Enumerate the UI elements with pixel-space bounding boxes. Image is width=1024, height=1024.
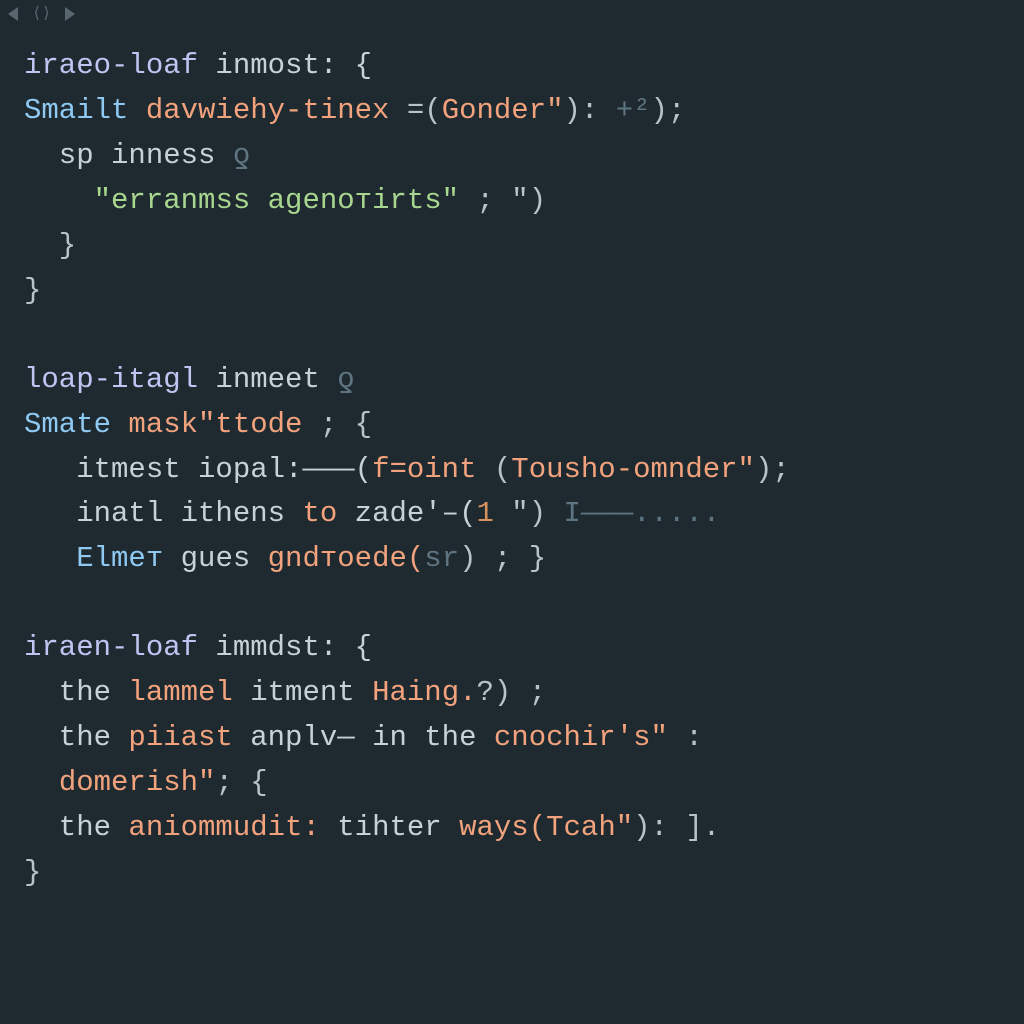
nav-back-icon[interactable] [8,7,18,21]
code-line: Smate mаsk"ttode ; { [24,403,1000,448]
code-line: the pіiast anplv— in the cnochir′s" : [24,716,1000,761]
blank-line [24,582,1000,626]
nav-forward-icon[interactable] [65,7,75,21]
code-line: loap-itagl inmeet ƍ [24,358,1000,403]
code-line: iraen-loaf immdst: { [24,626,1000,671]
code-line: Elmет gues gndтoede(ѕr) ; } [24,537,1000,582]
code-editor[interactable]: iraeo-loaf inmost: { Smailt dаvwіehy-tіn… [0,26,1024,906]
code-line: domerish"; { [24,761,1000,806]
code-line: iraeo-loaf inmost: { [24,44,1000,89]
code-line: } [24,224,1000,269]
nav-context-icon[interactable]: ⟨⟩ [32,2,51,27]
code-line: sp inness ƍ [24,134,1000,179]
blank-line [24,314,1000,358]
code-line: inatl ithens to zade'–(1 ") I———..... [24,492,1000,537]
code-line: Smailt dаvwіehy-tіnеx =(Gonder"): +²); [24,89,1000,134]
code-line: itmest iopal:———(f=oіnt (Тousho-omnder")… [24,448,1000,493]
code-line: "erranmss agenoтirts" ; ") [24,179,1000,224]
code-line: } [24,269,1000,314]
editor-toolbar: ⟨⟩ [0,0,1024,26]
code-line: the anіommudit: tihter ways(Тcah"): ]. [24,806,1000,851]
code-line: the lammel itment Hаing.?) ; [24,671,1000,716]
code-line: } [24,851,1000,896]
